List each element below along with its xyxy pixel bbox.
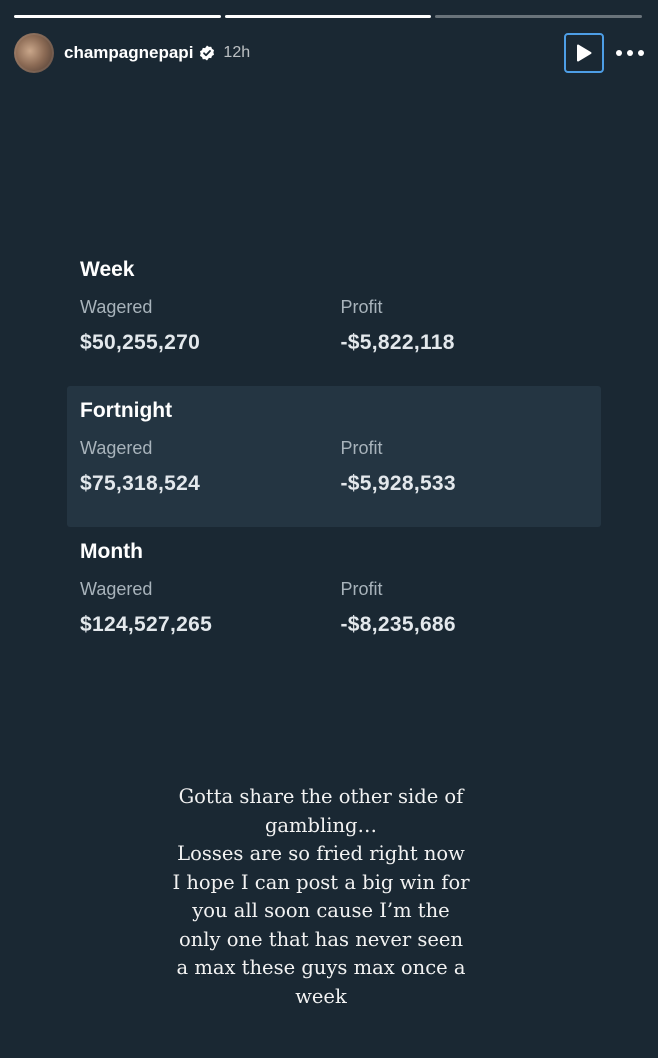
caption-line: only one that has never seen <box>178 927 464 951</box>
post-time: 12h <box>223 44 251 61</box>
caption-line: gambling… <box>264 813 378 837</box>
profit-value: -$8,235,686 <box>340 613 456 636</box>
wagered-label: Wagered <box>80 297 153 317</box>
wagered-value: $50,255,270 <box>80 331 201 354</box>
more-options-dot <box>638 50 644 56</box>
stats-fortnight: Fortnight Wagered $75,318,524 Profit -$5… <box>67 386 601 527</box>
caption-line: a max these guys max once a <box>176 956 466 979</box>
progress-segment-1 <box>14 15 221 18</box>
more-options-dot <box>627 50 633 56</box>
story-caption: Gotta share the other side of gambling… … <box>150 783 492 1011</box>
stats-month: Month Wagered $124,527,265 Profit -$8,23… <box>67 527 601 668</box>
period-title: Month <box>80 540 143 563</box>
more-options-dot <box>616 50 622 56</box>
profit-value: -$5,928,533 <box>340 472 456 495</box>
progress-segment-2 <box>224 15 432 18</box>
caption-line: Losses are so fried right now <box>177 842 465 865</box>
stats-week: Week Wagered $50,255,270 Profit -$5,822,… <box>67 245 601 386</box>
gambling-stats-card: Week Wagered $50,255,270 Profit -$5,822,… <box>67 245 601 668</box>
caption-line: Gotta share the other side of <box>178 785 464 808</box>
profit-label: Profit <box>340 579 383 599</box>
progress-fill-1 <box>14 15 221 18</box>
period-title: Week <box>80 258 135 281</box>
story-progress-bar <box>14 15 643 18</box>
wagered-value: $124,527,265 <box>80 613 213 636</box>
more-options-button[interactable] <box>616 43 644 63</box>
progress-segment-3 <box>435 15 643 18</box>
profit-label: Profit <box>340 297 383 317</box>
wagered-label: Wagered <box>80 438 153 458</box>
period-title: Fortnight <box>80 399 173 422</box>
profit-value: -$5,822,118 <box>340 331 455 354</box>
profit-label: Profit <box>340 438 383 458</box>
caption-line: I hope I can post a big win for <box>172 870 470 894</box>
verified-badge-icon <box>199 45 215 61</box>
story-header: champagnepapi 12h <box>14 32 644 74</box>
caption-line: you all soon cause I’m the <box>192 899 450 922</box>
caption-line: week <box>295 984 347 1008</box>
username[interactable]: champagnepapi <box>64 43 193 63</box>
wagered-value: $75,318,524 <box>80 472 201 495</box>
progress-fill-2 <box>224 15 432 18</box>
play-icon <box>577 44 592 62</box>
play-button[interactable] <box>564 33 604 73</box>
avatar[interactable] <box>14 33 54 73</box>
wagered-label: Wagered <box>80 579 153 599</box>
